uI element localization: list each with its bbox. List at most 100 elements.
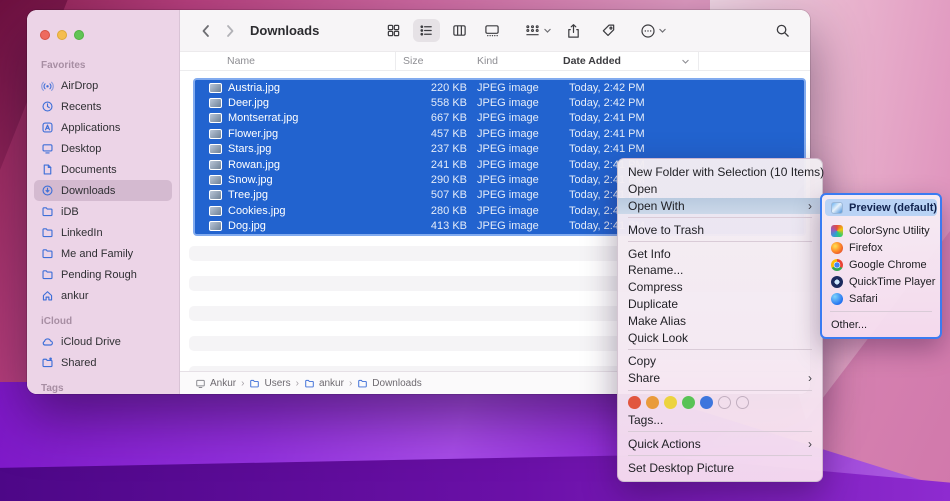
breadcrumb-downloads[interactable]: Downloads (357, 378, 421, 389)
column-header-name[interactable]: Name (193, 52, 396, 70)
menu-item-set-desktop-picture[interactable]: Set Desktop Picture (618, 459, 822, 476)
file-size: 457 KB (396, 128, 467, 140)
file-row-stars-jpg[interactable]: Stars.jpg237 KBJPEG imageToday, 2:41 PM (195, 142, 804, 157)
list-view-icon (419, 23, 434, 38)
submenu-item-quicktime-player[interactable]: QuickTime Player (825, 273, 937, 290)
sidebar-item-recents[interactable]: Recents (34, 96, 172, 117)
image-thumbnail-icon (209, 129, 222, 139)
breadcrumb-label: ankur (319, 378, 344, 389)
file-row-austria-jpg[interactable]: Austria.jpg220 KBJPEG imageToday, 2:42 P… (195, 80, 804, 95)
sidebar-item-shared[interactable]: Shared (34, 352, 172, 373)
sidebar-item-me-and-family[interactable]: Me and Family (34, 243, 172, 264)
tag-color-dot[interactable] (682, 396, 695, 409)
menu-item-label: Quick Actions (628, 437, 701, 451)
icon-view-button[interactable] (380, 19, 407, 42)
file-kind: JPEG image (477, 82, 563, 94)
sidebar-item-airdrop[interactable]: AirDrop (34, 75, 172, 96)
menu-item-move-to-trash[interactable]: Move to Trash (618, 221, 822, 238)
group-by-button[interactable] (524, 23, 552, 38)
menu-item-label: Copy (628, 354, 656, 368)
menu-item-tags[interactable]: Tags... (618, 412, 822, 429)
image-thumbnail-icon (209, 206, 222, 216)
submenu-item-label: Firefox (849, 242, 883, 254)
menu-item-compress[interactable]: Compress (618, 279, 822, 296)
submenu-item-safari[interactable]: Safari (825, 290, 937, 307)
file-size: 507 KB (396, 189, 467, 201)
sidebar-item-applications[interactable]: Applications (34, 117, 172, 138)
sidebar-item-idb[interactable]: iDB (34, 201, 172, 222)
sidebar-item-linkedin[interactable]: LinkedIn (34, 222, 172, 243)
file-kind: JPEG image (477, 174, 563, 186)
forward-button[interactable] (218, 19, 242, 43)
view-switcher (380, 19, 506, 42)
submenu-chevron-icon: › (808, 371, 812, 385)
close-button[interactable] (40, 30, 50, 40)
submenu-item-preview-default[interactable]: Preview (default) (825, 199, 937, 216)
file-row-deer-jpg[interactable]: Deer.jpg558 KBJPEG imageToday, 2:42 PM (195, 95, 804, 110)
sidebar-item-desktop[interactable]: Desktop (34, 138, 172, 159)
column-header-kind[interactable]: Kind (477, 55, 563, 67)
menu-item-rename[interactable]: Rename... (618, 262, 822, 279)
menu-item-quick-actions[interactable]: Quick Actions› (618, 435, 822, 452)
file-row-montserrat-jpg[interactable]: Montserrat.jpg667 KBJPEG imageToday, 2:4… (195, 111, 804, 126)
menu-item-new-folder-with-selection-10-items[interactable]: New Folder with Selection (10 Items) (618, 164, 822, 181)
folder-icon (304, 378, 315, 389)
tag-color-dot[interactable] (646, 396, 659, 409)
menu-item-quick-look[interactable]: Quick Look (618, 329, 822, 346)
search-button[interactable] (769, 19, 796, 42)
submenu-item-colorsync-utility[interactable]: ColorSync Utility (825, 222, 937, 239)
breadcrumb-ankur[interactable]: Ankur (195, 378, 236, 389)
column-view-button[interactable] (446, 19, 473, 42)
menu-item-duplicate[interactable]: Duplicate (618, 296, 822, 313)
image-thumbnail-icon (209, 190, 222, 200)
breadcrumb-users[interactable]: Users (249, 378, 290, 389)
sidebar-item-ankur[interactable]: ankur (34, 285, 172, 306)
actions-button[interactable] (640, 23, 667, 39)
chevron-left-icon (198, 23, 214, 39)
share-icon (566, 23, 581, 39)
file-kind: JPEG image (477, 128, 563, 140)
sidebar-item-documents[interactable]: Documents (34, 159, 172, 180)
tag-color-none[interactable] (718, 396, 731, 409)
submenu-item-firefox[interactable]: Firefox (825, 239, 937, 256)
zoom-button[interactable] (74, 30, 84, 40)
tag-color-dot[interactable] (700, 396, 713, 409)
gallery-view-button[interactable] (479, 19, 506, 42)
image-thumbnail-icon (209, 83, 222, 93)
menu-item-label: Make Alias (628, 314, 686, 328)
back-button[interactable] (194, 19, 218, 43)
column-header-size[interactable]: Size (396, 55, 467, 67)
share-button[interactable] (560, 19, 587, 42)
menu-item-share[interactable]: Share › (618, 370, 822, 387)
file-row-flower-jpg[interactable]: Flower.jpg457 KBJPEG imageToday, 2:41 PM (195, 126, 804, 141)
search-icon (775, 23, 790, 38)
sidebar-item-icloud-drive[interactable]: iCloud Drive (34, 331, 172, 352)
column-header-date-added[interactable]: Date Added (563, 52, 699, 70)
submenu-item-other[interactable]: Other... (825, 316, 937, 333)
menu-item-open-with[interactable]: Open With› (618, 198, 822, 215)
file-size: 558 KB (396, 97, 467, 109)
sidebar-item-pending-rough[interactable]: Pending Rough (34, 264, 172, 285)
breadcrumb-label: Downloads (372, 378, 421, 389)
menu-item-copy[interactable]: Copy (618, 353, 822, 370)
minimize-button[interactable] (57, 30, 67, 40)
tags-button[interactable] (595, 19, 622, 42)
tag-color-none[interactable] (736, 396, 749, 409)
tag-color-dot[interactable] (664, 396, 677, 409)
submenu-item-google-chrome[interactable]: Google Chrome (825, 256, 937, 273)
sidebar-item-downloads[interactable]: Downloads (34, 180, 172, 201)
menu-item-make-alias[interactable]: Make Alias (618, 312, 822, 329)
breadcrumb-ankur[interactable]: ankur (304, 378, 344, 389)
tag-color-dot[interactable] (628, 396, 641, 409)
list-view-button[interactable] (413, 19, 440, 42)
menu-item-open[interactable]: Open (618, 181, 822, 198)
group-icon (524, 23, 541, 38)
sidebar-item-label: Recents (61, 101, 101, 113)
sidebar-item-label: LinkedIn (61, 227, 103, 239)
column-headers: Name Size Kind Date Added (180, 52, 810, 71)
file-size: 413 KB (396, 220, 467, 232)
menu-item-get-info[interactable]: Get Info (618, 245, 822, 262)
menu-item-label: Share (628, 371, 660, 385)
file-size: 290 KB (396, 174, 467, 186)
clock-icon (41, 100, 54, 113)
